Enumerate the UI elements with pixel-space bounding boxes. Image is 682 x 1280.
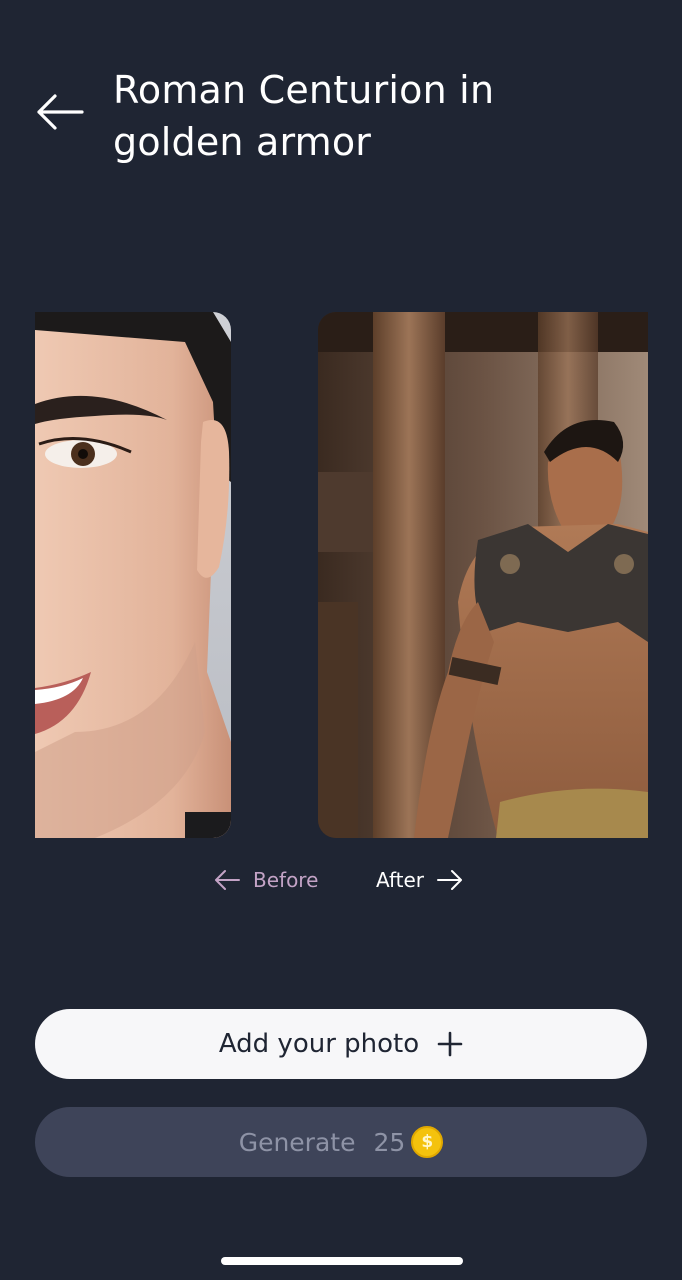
add-photo-button[interactable]: Add your photo	[35, 1009, 647, 1079]
page-title: Roman Centurion in golden armor	[113, 68, 495, 164]
after-label: After	[376, 868, 425, 892]
home-indicator[interactable]	[221, 1257, 463, 1265]
generate-button[interactable]: Generate 25 $	[35, 1107, 647, 1177]
add-photo-label: Add your photo	[218, 1029, 420, 1059]
arrow-left-icon	[215, 870, 240, 890]
cost-value: 25	[373, 1127, 406, 1157]
arrow-right-icon	[437, 870, 463, 890]
back-button[interactable]	[34, 90, 86, 134]
before-image[interactable]	[35, 312, 231, 838]
coin-icon: $	[411, 1126, 444, 1158]
generate-cost: 25 $	[373, 1126, 444, 1158]
after-image[interactable]	[318, 312, 648, 838]
gladiator-image	[318, 312, 648, 838]
after-toggle[interactable]: After	[376, 864, 464, 896]
plus-icon	[437, 1031, 463, 1057]
before-label: Before	[253, 868, 319, 892]
coin-symbol: $	[421, 1132, 434, 1152]
arrow-left-icon	[37, 94, 84, 130]
generate-label: Generate	[238, 1127, 356, 1157]
face-portrait-image	[35, 312, 231, 838]
before-toggle[interactable]: Before	[213, 864, 318, 896]
